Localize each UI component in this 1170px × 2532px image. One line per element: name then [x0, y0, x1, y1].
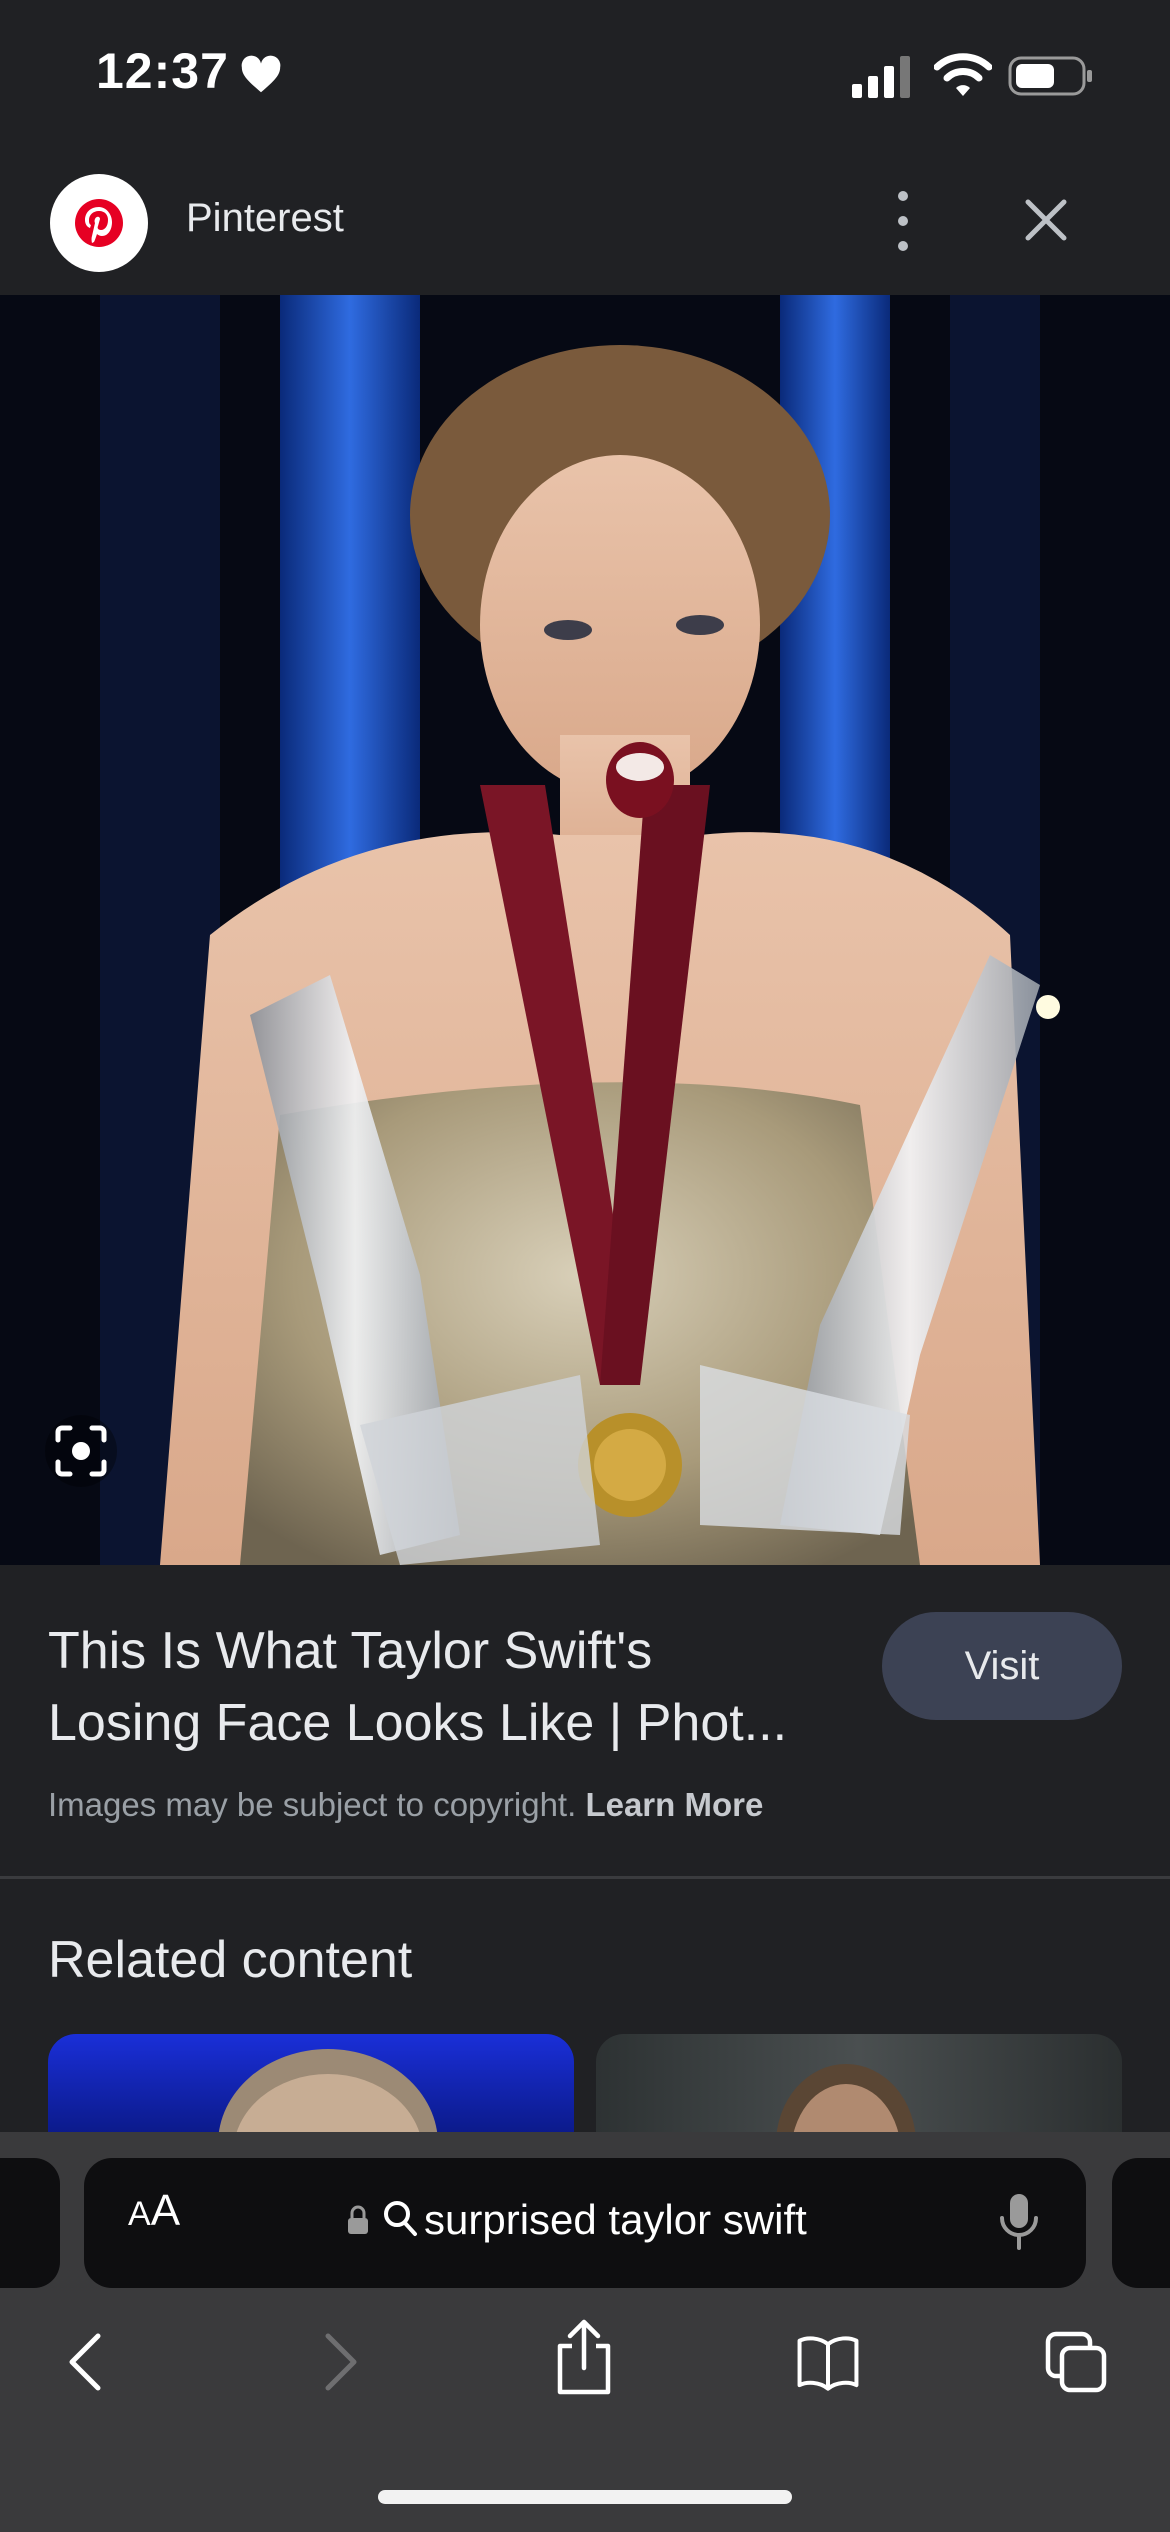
back-icon[interactable]: [56, 2330, 120, 2394]
related-thumbnail-illustration: [218, 2049, 438, 2134]
related-content-heading: Related content: [48, 1931, 413, 1989]
heart-icon: [241, 55, 281, 93]
bookmarks-icon[interactable]: [796, 2330, 860, 2394]
microphone-icon[interactable]: [996, 2192, 1042, 2252]
next-tab-preview[interactable]: [1112, 2158, 1170, 2288]
result-title-line2: Losing Face Looks Like | Phot...: [48, 1694, 788, 1752]
section-divider: [0, 1876, 1170, 1879]
copyright-notice: Images may be subject to copyright. Lear…: [48, 1786, 763, 1824]
aa-small-letter: A: [128, 2195, 151, 2233]
signal-icon: [852, 56, 910, 98]
search-icon: [384, 2201, 417, 2236]
related-thumbnail[interactable]: [596, 2034, 1122, 2134]
status-time: 12:37: [96, 43, 229, 99]
home-indicator[interactable]: [378, 2490, 792, 2504]
close-icon[interactable]: [1020, 194, 1072, 246]
tabs-icon[interactable]: [1044, 2330, 1108, 2394]
pinterest-logo-icon[interactable]: [50, 174, 148, 272]
battery-icon: [1008, 56, 1092, 96]
photo-illustration: [0, 295, 1170, 1565]
aa-big-letter: A: [150, 2186, 181, 2235]
share-icon[interactable]: [552, 2318, 616, 2396]
result-title-line1: This Is What Taylor Swift's: [48, 1622, 653, 1680]
lock-icon: [348, 2205, 368, 2234]
previous-tab-preview[interactable]: [0, 2158, 60, 2288]
reader-settings-button[interactable]: AA: [128, 2186, 208, 2256]
related-thumbnail[interactable]: [48, 2034, 574, 2134]
lens-icon[interactable]: [44, 1414, 118, 1488]
source-header: Pinterest: [0, 150, 1170, 295]
source-site-name[interactable]: Pinterest: [186, 196, 344, 241]
more-vertical-icon[interactable]: [880, 186, 926, 256]
result-image[interactable]: [0, 295, 1170, 1565]
forward-icon[interactable]: [306, 2330, 370, 2394]
copyright-text: Images may be subject to copyright.: [48, 1786, 577, 1823]
learn-more-link[interactable]: Learn More: [585, 1786, 763, 1823]
visit-button[interactable]: Visit: [882, 1612, 1122, 1720]
wifi-icon: [934, 53, 992, 96]
related-thumbnail-illustration: [776, 2064, 916, 2134]
result-title[interactable]: This Is What Taylor Swift's Losing Face …: [48, 1615, 848, 1759]
address-bar-text[interactable]: surprised taylor swift: [424, 2196, 807, 2244]
